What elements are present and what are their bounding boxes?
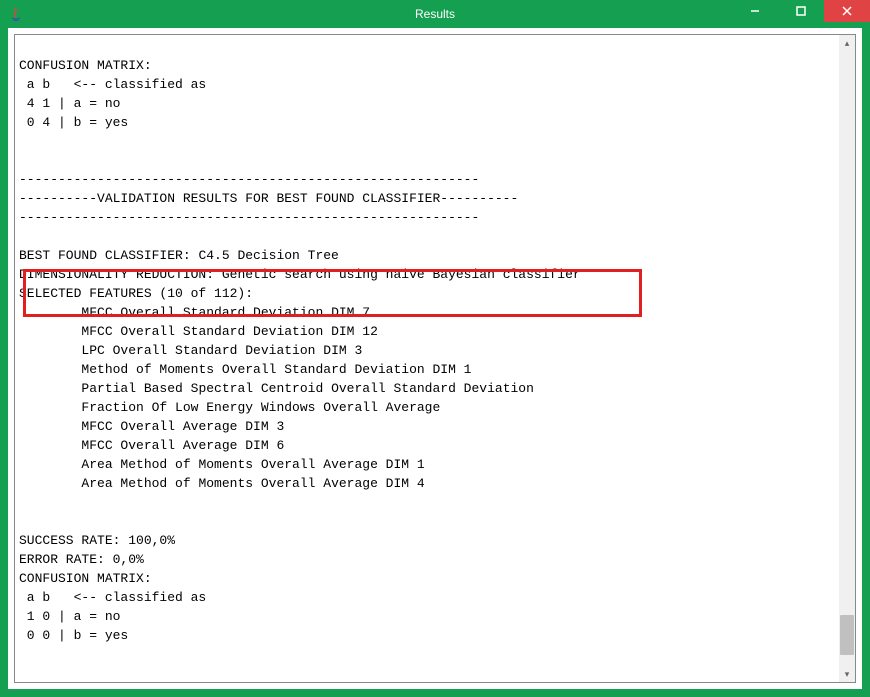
feature-line: Fraction Of Low Energy Windows Overall A…	[19, 400, 440, 415]
title-bar[interactable]: Results	[0, 0, 870, 28]
text-line: SELECTED FEATURES (10 of 112):	[19, 286, 253, 301]
vertical-scrollbar[interactable]: ▴ ▾	[839, 35, 855, 682]
feature-line: MFCC Overall Standard Deviation DIM 12	[19, 324, 378, 339]
text-line: ERROR RATE: 0,0%	[19, 552, 144, 567]
window-title: Results	[415, 7, 455, 21]
text-line: 0 0 | b = yes	[19, 628, 128, 643]
feature-line: LPC Overall Standard Deviation DIM 3	[19, 343, 362, 358]
text-line: CONFUSION MATRIX:	[19, 58, 152, 73]
feature-line: Area Method of Moments Overall Average D…	[19, 457, 425, 472]
scroll-thumb[interactable]	[840, 615, 854, 655]
maximize-button[interactable]	[778, 0, 824, 22]
text-line: ----------------------------------------…	[19, 172, 479, 187]
app-window: Results CONFUSION MATRIX: a b <-- classi…	[0, 0, 870, 697]
feature-line: Partial Based Spectral Centroid Overall …	[19, 381, 534, 396]
text-line: a b <-- classified as	[19, 77, 206, 92]
feature-line: Area Method of Moments Overall Average D…	[19, 476, 425, 491]
feature-line: MFCC Overall Standard Deviation DIM 7	[19, 305, 370, 320]
java-icon	[8, 6, 24, 22]
text-line: BEST FOUND CLASSIFIER: C4.5 Decision Tre…	[19, 248, 339, 263]
close-button[interactable]	[824, 0, 870, 22]
feature-line: MFCC Overall Average DIM 3	[19, 419, 284, 434]
text-line: SUCCESS RATE: 100,0%	[19, 533, 175, 548]
text-line: DIMENSIONALITY REDUCTION: Genetic search…	[19, 267, 581, 282]
text-line: ----------VALIDATION RESULTS FOR BEST FO…	[19, 191, 518, 206]
text-line: 4 1 | a = no	[19, 96, 120, 111]
scroll-up-arrow[interactable]: ▴	[839, 35, 855, 51]
window-controls	[732, 0, 870, 22]
text-line: a b <-- classified as	[19, 590, 206, 605]
text-line: 0 4 | b = yes	[19, 115, 128, 130]
results-text[interactable]: CONFUSION MATRIX: a b <-- classified as …	[15, 35, 839, 682]
content-panel: CONFUSION MATRIX: a b <-- classified as …	[8, 28, 862, 689]
feature-line: MFCC Overall Average DIM 6	[19, 438, 284, 453]
text-line: ----------------------------------------…	[19, 210, 479, 225]
minimize-button[interactable]	[732, 0, 778, 22]
text-line: CONFUSION MATRIX:	[19, 571, 152, 586]
text-line: 1 0 | a = no	[19, 609, 120, 624]
feature-line: Method of Moments Overall Standard Devia…	[19, 362, 472, 377]
results-textarea-container: CONFUSION MATRIX: a b <-- classified as …	[14, 34, 856, 683]
scroll-down-arrow[interactable]: ▾	[839, 666, 855, 682]
